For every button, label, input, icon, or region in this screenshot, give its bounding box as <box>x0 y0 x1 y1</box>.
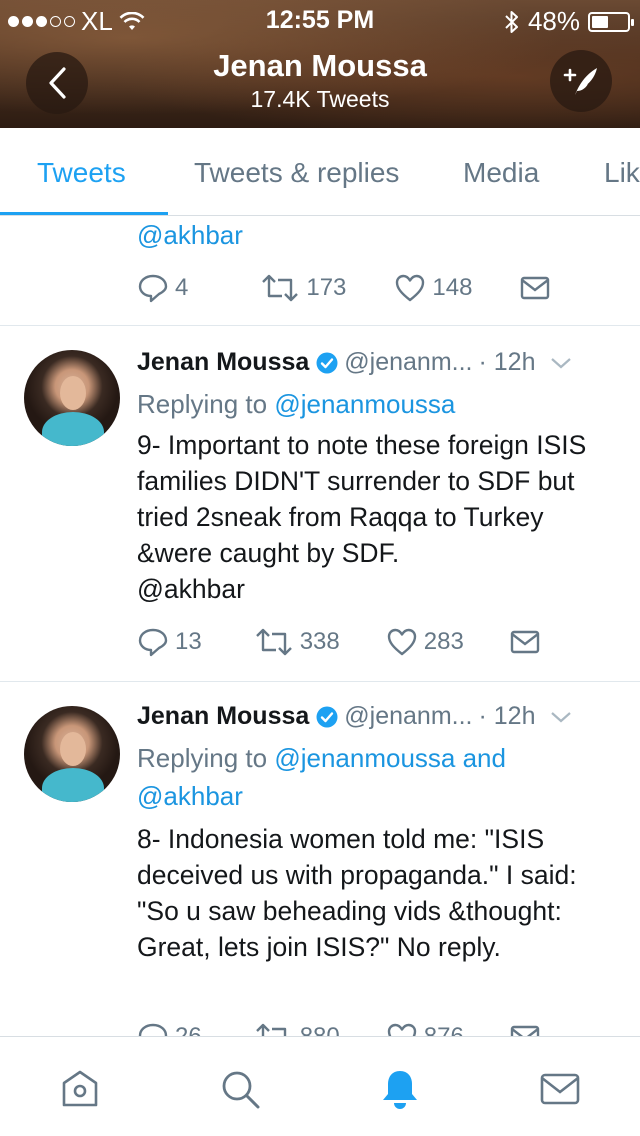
tweet-divider <box>0 681 640 682</box>
tweet-time: · 12h <box>478 702 536 730</box>
heart-icon <box>387 1023 416 1036</box>
home-tab[interactable] <box>58 1067 102 1111</box>
envelope-icon <box>510 630 539 654</box>
replying-to-mention-2[interactable]: @akhbar <box>137 781 243 811</box>
author-name[interactable]: Jenan Moussa <box>137 348 309 377</box>
tweet-text: 9- Important to note these foreign ISIS … <box>137 430 587 568</box>
retweet-icon <box>255 628 292 656</box>
direct-message-button[interactable] <box>510 1024 540 1036</box>
reply-icon <box>138 1023 168 1036</box>
notifications-bell-icon <box>383 1071 417 1109</box>
messages-envelope-icon <box>540 1073 580 1105</box>
battery-icon <box>588 11 634 32</box>
replying-to-line: Replying to @jenanmoussa and @akhbar <box>137 739 597 815</box>
battery-percent: 48% <box>527 6 580 36</box>
author-handle[interactable]: @jenanm... <box>344 702 472 731</box>
like-count: 876 <box>424 1023 464 1036</box>
tweet-feed[interactable]: @akhbar 4 173 148 Jenan Moussa @jenanm..… <box>0 216 640 1036</box>
like-button[interactable]: 148 <box>394 273 472 303</box>
reply-icon <box>138 628 168 657</box>
verified-badge-icon <box>316 706 338 728</box>
retweet-button[interactable]: 173 <box>260 274 346 302</box>
heart-icon <box>387 628 416 656</box>
status-bar: XL 12:55 PM 48% <box>0 0 640 40</box>
tweet-count: 17.4K Tweets <box>250 86 390 112</box>
tweet-text: 8- Indonesia women told me: "ISIS deceiv… <box>137 824 577 962</box>
reply-button[interactable]: 4 <box>137 273 188 303</box>
active-tab-indicator <box>0 212 168 215</box>
like-button[interactable]: 283 <box>386 627 464 657</box>
search-icon <box>222 1071 260 1109</box>
chevron-down-icon[interactable] <box>549 356 573 370</box>
like-button[interactable]: 876 <box>386 1022 464 1036</box>
profile-tabs: Tweets Tweets & replies Media Lik <box>0 128 640 216</box>
reply-button[interactable]: 26 <box>137 1022 202 1036</box>
status-right: 48% <box>504 6 634 37</box>
reply-button[interactable]: 13 <box>137 627 202 657</box>
avatar[interactable] <box>24 350 120 446</box>
reply-count: 26 <box>175 1023 202 1036</box>
tab-tweets-and-replies[interactable]: Tweets & replies <box>194 157 399 189</box>
reply-count: 13 <box>175 628 202 655</box>
envelope-icon <box>521 276 550 300</box>
like-count: 283 <box>423 628 464 655</box>
partial-tweet-mention[interactable]: @akhbar <box>137 220 243 251</box>
chevron-down-icon[interactable] <box>549 710 573 724</box>
verified-badge-icon <box>316 352 338 374</box>
tweet-actions: 13 338 283 <box>137 627 540 657</box>
replying-to-mention[interactable]: @jenanmoussa <box>274 389 455 419</box>
replying-to-label: Replying to <box>137 389 268 419</box>
bluetooth-icon <box>505 10 518 33</box>
home-icon <box>62 1070 98 1107</box>
compose-tweet-icon <box>563 68 597 95</box>
tweet-header: Jenan Moussa @jenanm... · 12h <box>137 348 617 377</box>
retweet-count: 173 <box>306 274 347 301</box>
tweet-time: · 12h <box>478 348 536 376</box>
battery-fill <box>592 15 609 28</box>
direct-message-button[interactable] <box>520 275 550 301</box>
profile-name-title: Jenan Moussa <box>213 48 427 83</box>
reply-icon <box>138 274 168 303</box>
compose-tweet-button[interactable] <box>550 50 612 112</box>
replying-to-line: Replying to @jenanmoussa <box>137 385 597 423</box>
tab-likes[interactable]: Lik <box>604 157 640 189</box>
retweet-count: 338 <box>299 628 340 655</box>
retweet-button[interactable]: 880 <box>254 1023 340 1036</box>
retweet-icon <box>262 274 299 302</box>
author-name[interactable]: Jenan Moussa <box>137 702 309 731</box>
replying-to-mention[interactable]: @jenanmoussa and <box>274 743 506 773</box>
messages-tab[interactable] <box>538 1067 582 1111</box>
avatar[interactable] <box>24 706 120 802</box>
tweet-actions: 26 880 876 <box>137 1022 540 1036</box>
reply-count: 4 <box>175 274 189 301</box>
tab-media[interactable]: Media <box>463 157 539 189</box>
partial-tweet-actions: 4 173 148 <box>137 273 550 303</box>
tab-tweets[interactable]: Tweets <box>37 157 126 189</box>
envelope-icon <box>510 1025 539 1036</box>
direct-message-button[interactable] <box>510 629 540 655</box>
replying-to-label: Replying to <box>137 743 268 773</box>
heart-icon <box>396 274 425 302</box>
tweet-mention[interactable]: @akhbar <box>137 571 617 607</box>
tweet-header: Jenan Moussa @jenanm... · 12h <box>137 702 617 731</box>
search-tab[interactable] <box>218 1067 262 1111</box>
profile-header: XL 12:55 PM 48% Jenan Moussa 17.4K Tweet… <box>0 0 640 128</box>
bottom-tab-bar <box>0 1036 640 1136</box>
tweet-divider <box>0 325 640 326</box>
author-handle[interactable]: @jenanm... <box>344 348 472 377</box>
retweet-icon <box>255 1023 286 1036</box>
retweet-count: 880 <box>300 1023 340 1036</box>
like-count: 148 <box>432 274 473 301</box>
notifications-tab[interactable] <box>378 1067 422 1111</box>
retweet-button[interactable]: 338 <box>254 628 340 656</box>
